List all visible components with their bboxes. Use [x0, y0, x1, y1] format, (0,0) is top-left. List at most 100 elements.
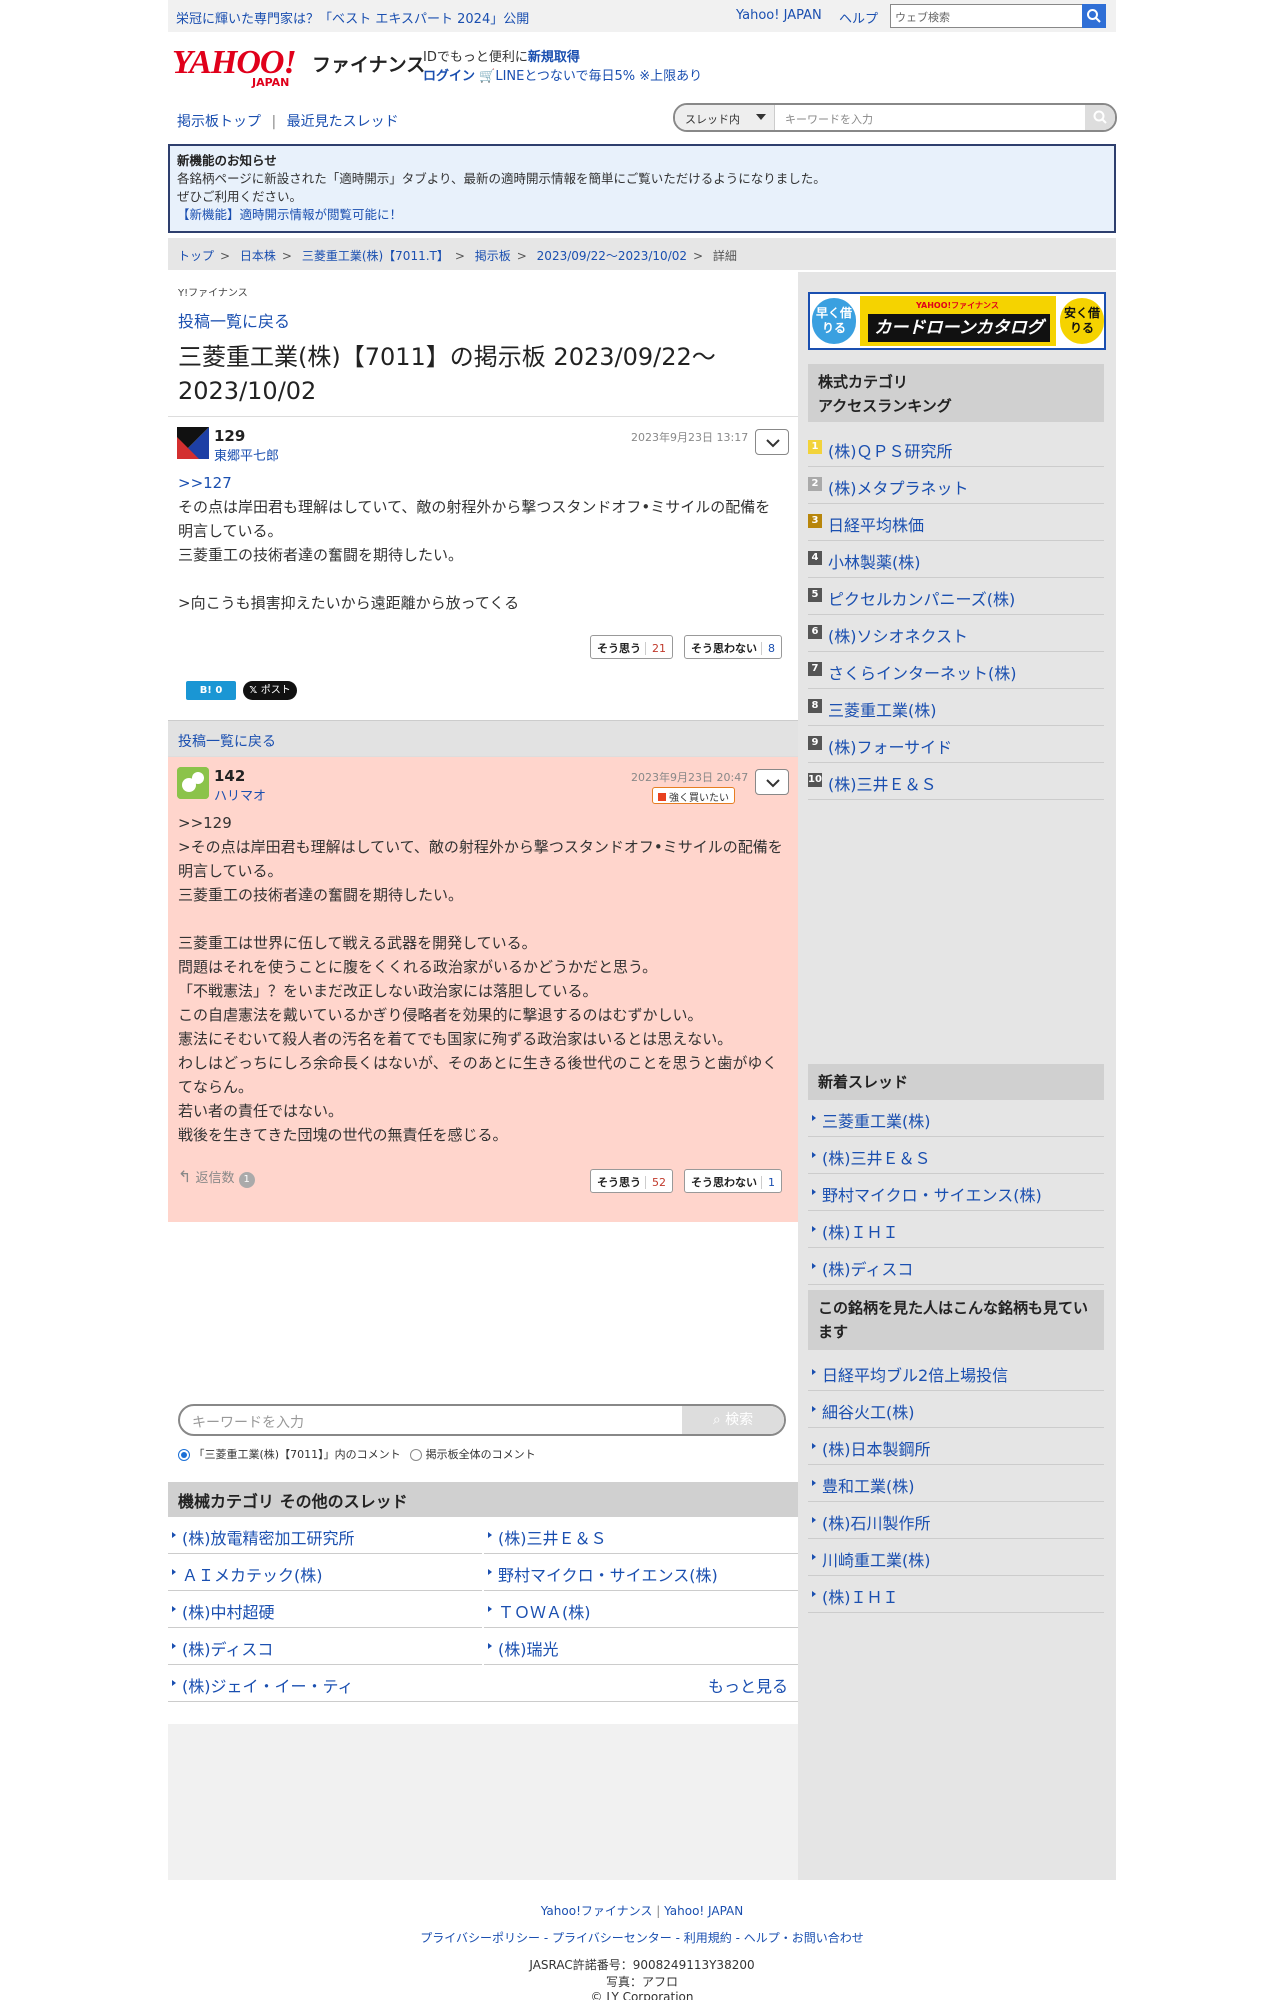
flag-icon: [177, 427, 209, 459]
category-item-label: (株)ディスコ: [182, 1640, 274, 1659]
category-item[interactable]: (株)ジェイ・イー・ティ: [168, 1665, 798, 1702]
reply-ref-link[interactable]: >>127: [178, 471, 232, 495]
privacy-center-link[interactable]: プライバシーセンター: [552, 1931, 672, 1945]
reply-label: 返信数: [195, 1171, 235, 1186]
crumb-top[interactable]: トップ: [178, 249, 214, 263]
also-viewed-item[interactable]: 日経平均ブル2倍上場投信: [808, 1354, 1104, 1391]
ranking-item[interactable]: 5 ピクセルカンパニーズ(株): [808, 578, 1104, 615]
ranking-item[interactable]: 6 (株)ソシオネクスト: [808, 615, 1104, 652]
crumb-period[interactable]: 2023/09/22〜2023/10/02: [537, 249, 687, 263]
category-item[interactable]: (株)中村超硬: [168, 1591, 482, 1628]
back-to-list-link[interactable]: 投稿一覧に戻る: [178, 308, 290, 332]
crumb-sep: >: [220, 249, 231, 263]
ranking-item[interactable]: 10 (株)三井Ｅ＆Ｓ: [808, 763, 1104, 800]
board-top-link[interactable]: 掲示板トップ: [177, 114, 261, 130]
category-item[interactable]: (株)放電精密加工研究所: [168, 1517, 482, 1554]
category-item[interactable]: ＡＩメカテック(株): [168, 1554, 482, 1591]
avatar[interactable]: [177, 767, 209, 799]
category-item[interactable]: 野村マイクロ・サイエンス(株): [484, 1554, 798, 1591]
crumb-japan-stocks[interactable]: 日本株: [240, 249, 276, 263]
keyword-search-button[interactable]: ⌕ 検索: [682, 1406, 784, 1434]
disagree-button[interactable]: そう思わない 1: [684, 1169, 782, 1193]
ranking-item[interactable]: 1 (株)ＱＰＳ研究所: [808, 430, 1104, 467]
post-date: 2023年9月23日 13:17: [631, 431, 749, 444]
search-scope-select[interactable]: スレッド内: [675, 105, 775, 130]
disagree-button[interactable]: そう思わない 8: [684, 635, 782, 659]
promo-link[interactable]: 栄冠に輝いた専門家は？「ベスト エキスパート 2024」公開: [176, 8, 529, 27]
crumb-stock[interactable]: 三菱重工業(株)【7011.T】: [302, 249, 449, 263]
notice-link[interactable]: 【新機能】適時開示情報が閲覧可能に！: [177, 206, 1107, 224]
post-body: その点は岸田君も理解はしていて、敵の射程外から撃つスタンドオフ•ミサイルの配備を…: [178, 498, 771, 612]
hatena-bookmark-button[interactable]: B! 0: [186, 681, 236, 700]
board-search-button[interactable]: [1085, 105, 1115, 130]
x-post-button[interactable]: 𝕏 ポスト: [243, 681, 297, 700]
category-item[interactable]: (株)ディスコ: [168, 1628, 482, 1665]
post-author[interactable]: 東郷平七郎: [214, 445, 279, 464]
post-menu-button[interactable]: [755, 429, 789, 455]
web-search-button[interactable]: [1082, 4, 1106, 28]
crumb-sep: >: [281, 249, 292, 263]
also-viewed-item[interactable]: 細谷火工(株): [808, 1391, 1104, 1428]
crumb-board[interactable]: 掲示板: [475, 249, 511, 263]
copyright: © LY Corporation: [590, 1990, 694, 2000]
ranking-item-label: 三菱重工業(株): [828, 701, 937, 720]
ranking-item-label: ピクセルカンパニーズ(株): [828, 590, 1016, 609]
login-link[interactable]: ログイン: [423, 69, 475, 84]
ranking-item[interactable]: 7 さくらインターネット(株): [808, 652, 1104, 689]
reply-count-link[interactable]: ↰ 返信数 1: [178, 1167, 255, 1188]
post-menu-button[interactable]: [755, 769, 789, 795]
new-thread-item[interactable]: (株)ＩＨＩ: [808, 1211, 1104, 1248]
category-item[interactable]: ＴＯＷＡ(株): [484, 1591, 798, 1628]
also-viewed-item[interactable]: 川崎重工業(株): [808, 1539, 1104, 1576]
agree-button[interactable]: そう思う 21: [590, 635, 673, 659]
card-loan-ad[interactable]: 早く借りる YAHOO!ファイナンス カードローンカタログ 安く借りる: [808, 292, 1106, 350]
recent-threads-link[interactable]: 最近見たスレッド: [287, 114, 399, 130]
more-link[interactable]: もっと見る: [708, 1673, 788, 1697]
new-thread-item[interactable]: 三菱重工業(株): [808, 1100, 1104, 1137]
terms-link[interactable]: 利用規約: [684, 1931, 732, 1945]
ranking-item[interactable]: 3 日経平均株価: [808, 504, 1104, 541]
ranking-item[interactable]: 4 小林製薬(株): [808, 541, 1104, 578]
keyword-search-input[interactable]: キーワードを入力: [192, 1412, 304, 1432]
board-search-input[interactable]: キーワードを入力: [785, 111, 873, 127]
search-scope-radios: 「三菱重工業(株)【7011】」内のコメント 掲示板全体のコメント: [178, 1446, 536, 1462]
web-search-input[interactable]: ウェブ検索: [890, 4, 1100, 28]
rank-number: 7: [808, 662, 822, 676]
category-item-label: (株)放電精密加工研究所: [182, 1529, 355, 1548]
new-thread-item[interactable]: 野村マイクロ・サイエンス(株): [808, 1174, 1104, 1211]
new-thread-item[interactable]: (株)三井Ｅ＆Ｓ: [808, 1137, 1104, 1174]
ranking-item[interactable]: 2 (株)メタプラネット: [808, 467, 1104, 504]
radio-thread[interactable]: [178, 1449, 190, 1461]
category-item[interactable]: (株)瑞光: [484, 1628, 798, 1665]
rank-number: 5: [808, 588, 822, 602]
also-viewed-item[interactable]: (株)日本製鋼所: [808, 1428, 1104, 1465]
yahoo-finance-logo[interactable]: YAHOO! JAPAN ファイナンス: [172, 46, 425, 90]
ranking-item-label: さくらインターネット(株): [828, 664, 1017, 683]
also-viewed-heading: この銘柄を見た人はこんな銘柄も見ています: [808, 1290, 1104, 1350]
privacy-policy-link[interactable]: プライバシーポリシー: [420, 1931, 540, 1945]
also-viewed-item[interactable]: (株)石川製作所: [808, 1502, 1104, 1539]
help-contact-link[interactable]: ヘルプ・お問い合わせ: [744, 1931, 864, 1945]
yahoo-japan-link[interactable]: Yahoo! JAPAN: [736, 8, 822, 23]
new-thread-item[interactable]: (株)ディスコ: [808, 1248, 1104, 1285]
back-to-list-link[interactable]: 投稿一覧に戻る: [178, 731, 276, 751]
ranking-item[interactable]: 8 三菱重工業(株): [808, 689, 1104, 726]
help-link[interactable]: ヘルプ: [839, 8, 878, 27]
also-viewed-item[interactable]: 豊和工業(株): [808, 1465, 1104, 1502]
also-viewed-label: 日経平均ブル2倍上場投信: [822, 1366, 1009, 1385]
category-item[interactable]: (株)三井Ｅ＆Ｓ: [484, 1517, 798, 1554]
rank-number: 2: [808, 477, 822, 491]
rank-number: 4: [808, 551, 822, 565]
ranking-item[interactable]: 9 (株)フォーサイド: [808, 726, 1104, 763]
register-link[interactable]: 新規取得: [528, 50, 580, 65]
radio-all[interactable]: [410, 1449, 423, 1461]
avatar[interactable]: [177, 427, 209, 459]
agree-label: そう思う: [597, 642, 641, 655]
also-viewed-item[interactable]: (株)ＩＨＩ: [808, 1576, 1104, 1613]
footer-yj-link[interactable]: Yahoo! JAPAN: [664, 1904, 743, 1918]
ad-space: [168, 1724, 798, 1880]
footer-yf-link[interactable]: Yahoo!ファイナンス: [541, 1904, 653, 1918]
agree-button[interactable]: そう思う 52: [590, 1169, 673, 1193]
line-promo-link[interactable]: LINEとつないで毎日5% ※上限あり: [495, 69, 702, 84]
post-author[interactable]: ハリマオ: [214, 785, 266, 804]
